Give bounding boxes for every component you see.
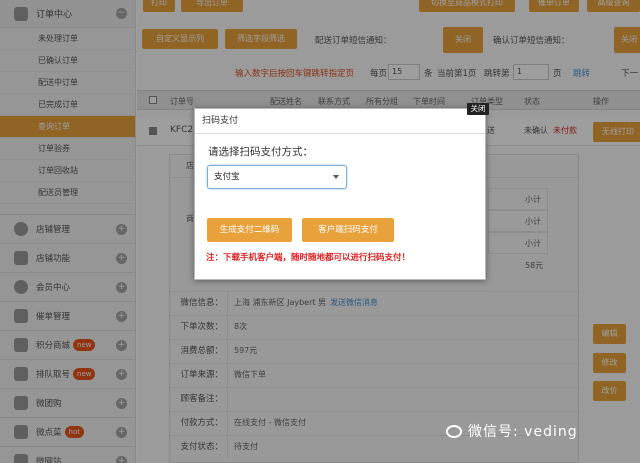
generate-qr-button[interactable]: 生成支付二维码 bbox=[207, 218, 292, 242]
watermark-text: 微信号: veding bbox=[468, 424, 578, 440]
wechat-icon bbox=[446, 425, 462, 438]
pay-method-question: 请选择扫码支付方式： bbox=[208, 146, 313, 158]
client-scan-button[interactable]: 客户端扫码支付 bbox=[302, 218, 394, 242]
pay-method-value: 支付宝 bbox=[214, 172, 240, 182]
scan-pay-dialog: 扫码支付 关闭 请选择扫码支付方式： 支付宝 生成支付二维码 客户端扫码支付 注… bbox=[194, 103, 489, 280]
chevron-down-icon bbox=[333, 175, 339, 179]
pay-method-select[interactable]: 支付宝 bbox=[207, 165, 347, 189]
download-note: 注：下载手机客户端，随时随地都可以进行扫码支付！ bbox=[206, 253, 411, 263]
watermark: 微信号: veding bbox=[446, 421, 578, 441]
dialog-title: 扫码支付 bbox=[195, 109, 485, 134]
close-button[interactable]: 关闭 bbox=[467, 103, 489, 115]
